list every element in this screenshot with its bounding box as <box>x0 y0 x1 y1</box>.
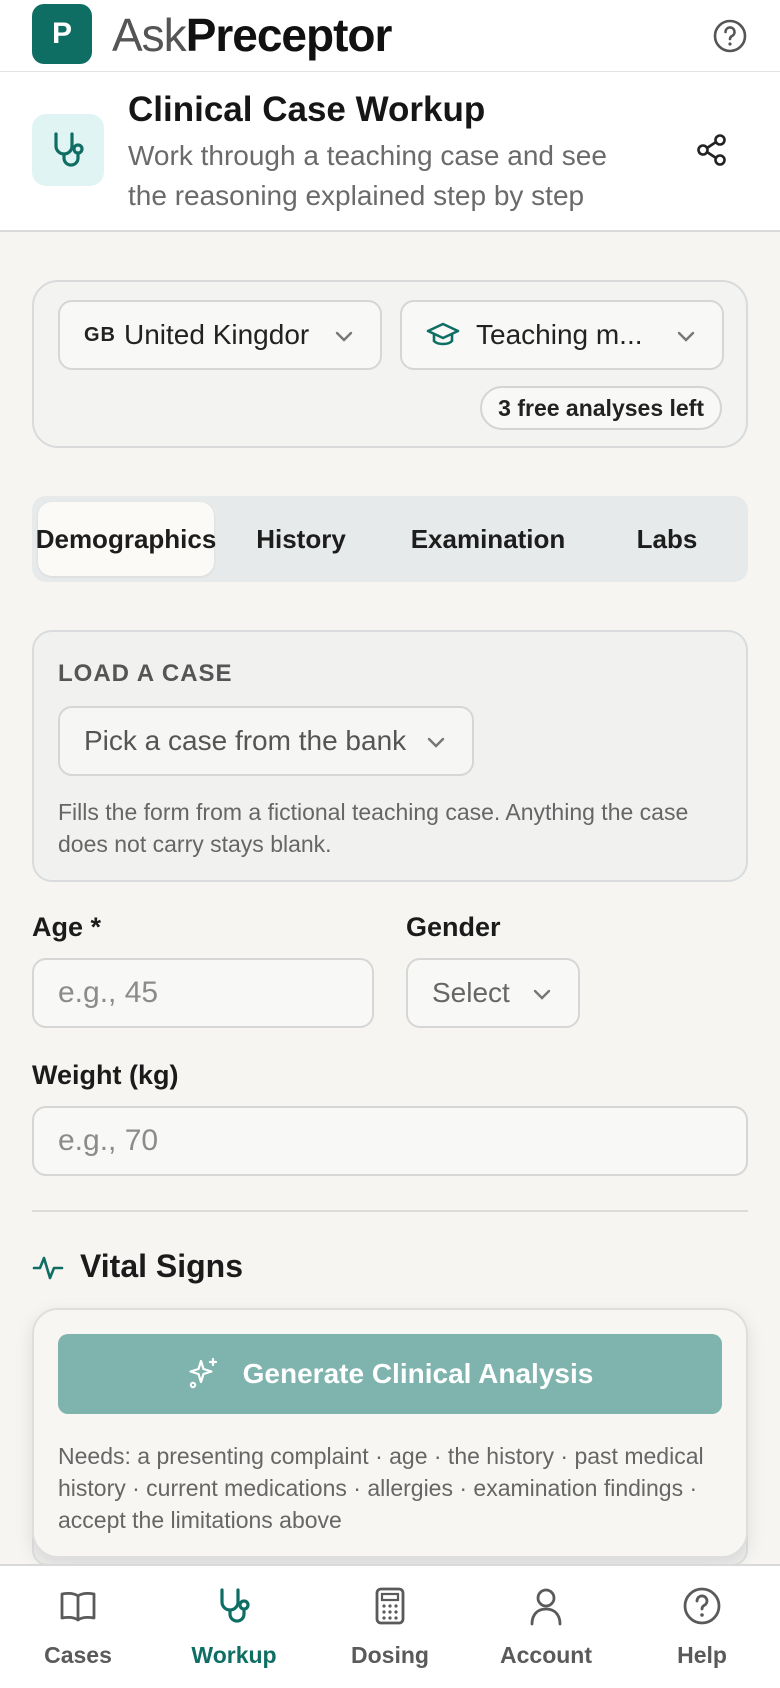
weight-input[interactable]: e.g., 70 <box>32 1106 748 1176</box>
nav-dosing[interactable]: Dosing <box>312 1566 468 1688</box>
stethoscope-icon <box>220 1588 250 1623</box>
bottom-nav: Cases Workup Dosing Account Help <box>0 1564 780 1688</box>
country-value: United Kingdor <box>124 319 310 350</box>
stethoscope-icon <box>54 132 84 167</box>
app-logo[interactable]: P <box>32 4 92 64</box>
user-icon <box>530 1588 562 1626</box>
chevron-down-icon <box>335 331 353 342</box>
nav-label: Dosing <box>351 1642 429 1668</box>
logo-letter: P <box>51 17 72 50</box>
nav-cases[interactable]: Cases <box>0 1566 156 1688</box>
section-divider <box>32 1210 748 1212</box>
country-select[interactable]: GB United Kingdor <box>58 300 382 370</box>
gender-value: Select <box>432 977 510 1008</box>
weight-label: Weight (kg) <box>32 1060 179 1090</box>
gender-label: Gender <box>406 912 501 942</box>
case-bank-select[interactable]: Pick a case from the bank <box>58 706 474 776</box>
chevron-down-icon <box>677 331 695 342</box>
load-case-card: LOAD A CASE Pick a case from the bank Fi… <box>32 630 748 882</box>
tab-labs[interactable]: Labs <box>592 502 742 576</box>
graduation-cap-icon <box>426 322 460 346</box>
brand-name: AskPreceptor <box>112 6 393 64</box>
settings-card: GB United Kingdor Teaching m... 3 free a… <box>32 280 748 448</box>
activity-icon <box>32 1256 64 1280</box>
brand-ask: Ask <box>112 9 187 61</box>
page-header: Clinical Case Workup Work through a teac… <box>0 72 780 232</box>
header-icon-box <box>32 114 104 186</box>
country-code: GB <box>84 323 116 346</box>
generate-button-label: Generate Clinical Analysis <box>242 1358 594 1389</box>
nav-label: Account <box>500 1642 592 1668</box>
case-bank-placeholder: Pick a case from the bank <box>84 725 407 756</box>
nav-label: Workup <box>191 1642 277 1668</box>
share-icon[interactable] <box>694 132 730 168</box>
tab-examination[interactable]: Examination <box>388 502 588 576</box>
help-icon[interactable] <box>712 18 748 54</box>
nav-label: Cases <box>44 1642 112 1668</box>
sparkles-icon <box>189 1357 217 1389</box>
tab-history[interactable]: History <box>218 502 384 576</box>
age-label: Age * <box>32 912 102 942</box>
top-bar: P AskPreceptor <box>0 0 780 72</box>
load-case-title: LOAD A CASE <box>58 660 233 687</box>
chevron-down-icon <box>427 737 445 748</box>
nav-workup[interactable]: Workup <box>156 1566 312 1688</box>
nav-account[interactable]: Account <box>468 1566 624 1688</box>
age-input[interactable]: e.g., 45 <box>32 958 374 1028</box>
age-placeholder: e.g., 45 <box>58 976 159 1009</box>
free-analyses-badge: 3 free analyses left <box>480 386 722 430</box>
page-title: Clinical Case Workup <box>128 90 486 129</box>
book-icon <box>60 1592 96 1622</box>
calculator-icon <box>375 1587 405 1625</box>
form-tabs: Demographics History Examination Labs <box>32 496 748 582</box>
weight-placeholder: e.g., 70 <box>58 1124 159 1157</box>
generate-card: Generate Clinical Analysis Needs: a pres… <box>32 1308 748 1558</box>
load-case-help: Fills the form from a fictional teaching… <box>58 799 689 857</box>
mode-value: Teaching m... <box>476 319 643 350</box>
page-subtitle: Work through a teaching case and see the… <box>128 140 607 211</box>
nav-label: Help <box>677 1642 727 1668</box>
mode-select[interactable]: Teaching m... <box>400 300 724 370</box>
vital-signs-title: Vital Signs <box>80 1248 244 1284</box>
chevron-down-icon <box>533 989 551 1000</box>
generate-requirements: Needs: a presenting complaint · age · th… <box>58 1443 704 1533</box>
nav-help[interactable]: Help <box>624 1566 780 1688</box>
help-icon <box>683 1587 721 1625</box>
gender-select[interactable]: Select <box>406 958 580 1028</box>
brand-preceptor: Preceptor <box>185 9 393 61</box>
generate-analysis-button[interactable]: Generate Clinical Analysis <box>58 1334 722 1414</box>
tab-demographics[interactable]: Demographics <box>36 502 216 576</box>
